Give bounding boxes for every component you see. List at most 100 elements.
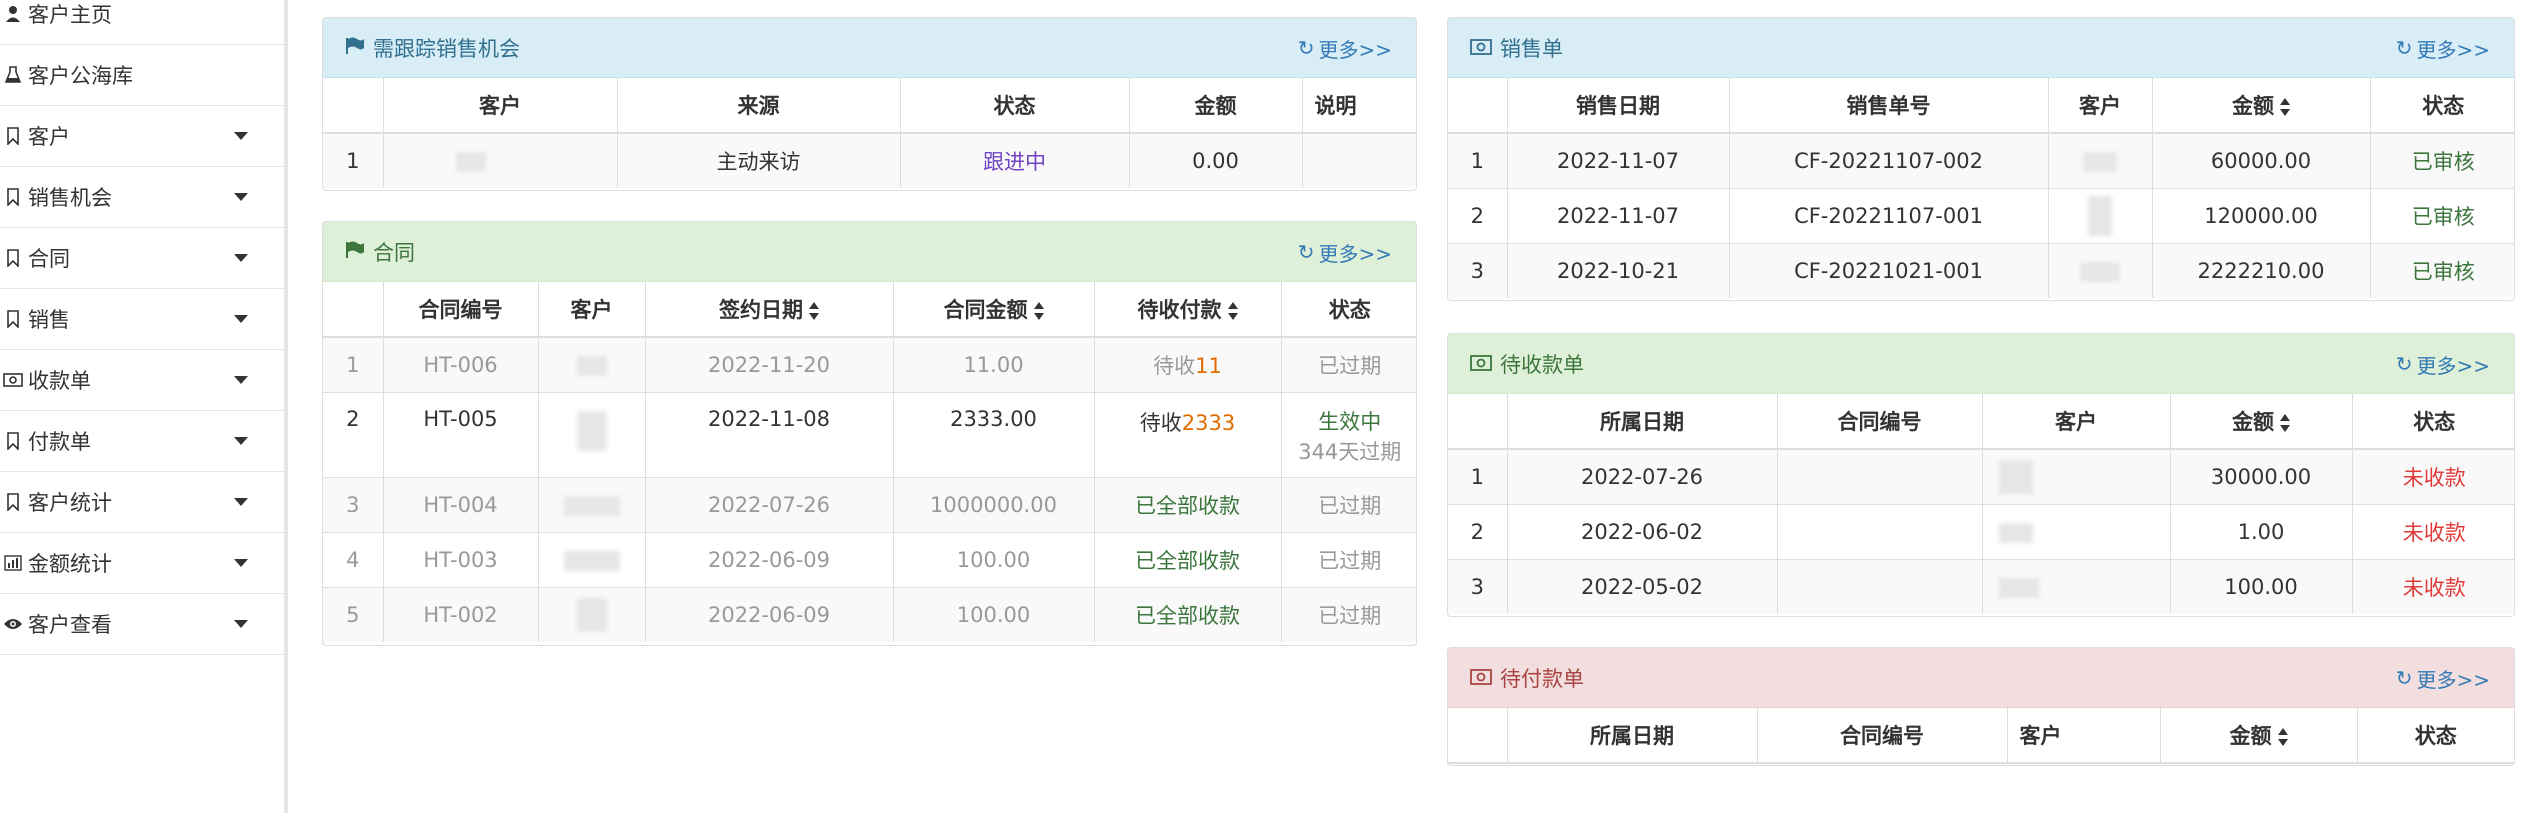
column-header-label: 金额 xyxy=(2232,94,2274,118)
receivables-table: 所属日期 合同编号 客户 金额 状态 1 2022-07-26 30000.00… xyxy=(1448,394,2514,614)
sidebar-item-label: 合同 xyxy=(28,247,70,271)
sidebar-item-customer-view[interactable]: 客户查看 xyxy=(0,594,284,655)
contract-code-cell xyxy=(1777,558,1983,614)
column-header: 客户 xyxy=(2048,78,2153,134)
date-cell: 2022-11-20 xyxy=(645,336,894,392)
row-number: 5 xyxy=(323,586,384,642)
row-number: 3 xyxy=(323,476,384,532)
redacted-customer xyxy=(576,597,607,632)
amount-cell: 100.00 xyxy=(893,531,1095,587)
contract-code-cell xyxy=(1777,503,1983,559)
more-link[interactable]: ↻ 更多>> xyxy=(2396,648,2490,708)
more-link[interactable]: ↻ 更多>> xyxy=(1298,18,1392,78)
table-header-row: 所属日期 合同编号 客户 金额 状态 xyxy=(1448,708,2514,764)
sidebar-item-amount-stats[interactable]: 金额统计 xyxy=(0,533,284,594)
sidebar-item-customer-home[interactable]: 客户主页 xyxy=(0,0,284,45)
money-icon xyxy=(1470,36,1492,60)
column-header: 合同编号 xyxy=(383,282,539,338)
money-icon xyxy=(1470,352,1492,376)
sidebar-item-sales-opportunity[interactable]: 销售机会 xyxy=(0,167,284,228)
amount-cell: 1.00 xyxy=(2170,503,2353,559)
amount-cell: 100.00 xyxy=(893,586,1095,642)
column-header-sortable[interactable]: 金额 xyxy=(2170,394,2353,450)
table-header-row: 合同编号 客户 签约日期 合同金额 待收付款 状态 xyxy=(323,282,1416,338)
refresh-icon: ↻ xyxy=(1297,36,1315,60)
sidebar-item-public-pool[interactable]: 客户公海库 xyxy=(0,45,284,106)
pending-value: 已全部收款 xyxy=(1135,603,1240,628)
column-header: 所属日期 xyxy=(1507,394,1778,450)
table-row[interactable]: 5 HT-002 2022-06-09 100.00 已全部收款 已过期 xyxy=(323,586,1416,642)
sidebar-item-sales[interactable]: 销售 xyxy=(0,289,284,350)
note-cell xyxy=(1302,132,1416,188)
row-number: 1 xyxy=(323,336,384,392)
sort-icon xyxy=(2277,728,2288,746)
redacted-customer xyxy=(1998,522,2033,543)
customer-cell xyxy=(538,586,646,642)
table-row[interactable]: 1 HT-006 2022-11-20 11.00 待收11 已过期 xyxy=(323,336,1416,392)
receivables-panel: 待收款单 ↻ 更多>> 所属日期 合同编号 客户 金额 状态 1 2022-07… xyxy=(1447,333,2515,617)
bookmark-icon xyxy=(2,430,24,452)
sidebar-item-receipt[interactable]: 收款单 xyxy=(0,350,284,411)
more-label: 更多>> xyxy=(2416,353,2490,378)
amount-cell: 30000.00 xyxy=(2170,448,2353,504)
amount-cell: 0.00 xyxy=(1129,132,1303,188)
more-link[interactable]: ↻ 更多>> xyxy=(2396,18,2490,78)
column-header-sortable[interactable]: 签约日期 xyxy=(645,282,894,338)
redacted-customer xyxy=(2088,195,2112,236)
contracts-panel: 合同 ↻ 更多>> 合同编号 客户 签约日期 合同金额 待收付款 状态 1 HT… xyxy=(322,221,1417,646)
table-row[interactable]: 3 2022-05-02 100.00 未收款 xyxy=(1448,558,2514,614)
caret-down-icon xyxy=(234,254,248,262)
caret-down-icon xyxy=(234,132,248,140)
pending-value: 11 xyxy=(1195,353,1222,378)
flask-icon xyxy=(2,64,24,86)
column-header-sortable[interactable]: 待收付款 xyxy=(1094,282,1282,338)
sidebar-item-label: 客户主页 xyxy=(28,3,112,27)
panel-title: 待收款单 xyxy=(1500,352,1584,377)
column-header-sortable[interactable]: 合同金额 xyxy=(893,282,1095,338)
status-cell: 已过期 xyxy=(1281,336,1416,392)
column-header: 金额 xyxy=(1129,78,1303,134)
sidebar-item-label: 销售机会 xyxy=(28,186,112,210)
column-header xyxy=(1448,394,1508,450)
row-number: 1 xyxy=(1448,132,1508,188)
date-cell: 2022-06-02 xyxy=(1507,503,1778,559)
column-header-label: 金额 xyxy=(2229,724,2272,748)
column-header: 销售日期 xyxy=(1507,78,1730,134)
column-header-sortable[interactable]: 金额 xyxy=(2152,78,2371,134)
more-link[interactable]: ↻ 更多>> xyxy=(1298,222,1392,282)
table-row[interactable]: 3 2022-10-21 CF-20221021-001 2222210.00 … xyxy=(1448,242,2514,298)
caret-down-icon xyxy=(234,559,248,567)
table-row[interactable]: 4 HT-003 2022-06-09 100.00 已全部收款 已过期 xyxy=(323,531,1416,587)
sidebar-item-customer[interactable]: 客户 xyxy=(0,106,284,167)
refresh-icon: ↻ xyxy=(2395,666,2413,690)
pending-cell: 已全部收款 xyxy=(1094,586,1282,642)
caret-down-icon xyxy=(234,376,248,384)
contract-code-cell: HT-004 xyxy=(383,476,539,532)
contract-code-cell: HT-003 xyxy=(383,531,539,587)
sidebar-item-payment[interactable]: 付款单 xyxy=(0,411,284,472)
sidebar-item-label: 客户 xyxy=(28,125,70,149)
table-row[interactable]: 2 2022-11-07 CF-20221107-001 120000.00 已… xyxy=(1448,187,2514,243)
column-header: 状态 xyxy=(2357,708,2514,764)
status-cell: 未收款 xyxy=(2352,503,2514,559)
sidebar-item-contract[interactable]: 合同 xyxy=(0,228,284,289)
column-header-label: 签约日期 xyxy=(719,298,803,322)
panel-title: 销售单 xyxy=(1500,36,1563,61)
order-code-cell: CF-20221021-001 xyxy=(1729,242,2049,298)
customer-cell xyxy=(2048,242,2153,298)
table-row[interactable]: 1 2022-07-26 30000.00 未收款 xyxy=(1448,448,2514,504)
table-row[interactable]: 1 主动来访 跟进中 0.00 xyxy=(323,132,1416,188)
customer-cell xyxy=(2048,132,2153,188)
more-link[interactable]: ↻ 更多>> xyxy=(2396,334,2490,394)
table-row[interactable]: 3 HT-004 2022-07-26 1000000.00 已全部收款 已过期 xyxy=(323,476,1416,532)
table-row[interactable]: 2 2022-06-02 1.00 未收款 xyxy=(1448,503,2514,559)
table-row[interactable]: 2 HT-005 2022-11-08 2333.00 待收2333 生效中 34… xyxy=(323,391,1416,477)
bookmark-icon xyxy=(2,491,24,513)
column-header-sortable[interactable]: 金额 xyxy=(2160,708,2358,764)
status-cell: 已审核 xyxy=(2370,132,2514,188)
sidebar-item-customer-stats[interactable]: 客户统计 xyxy=(0,472,284,533)
table-row[interactable]: 1 2022-11-07 CF-20221107-002 60000.00 已审… xyxy=(1448,132,2514,188)
panel-heading: 需跟踪销售机会 ↻ 更多>> xyxy=(323,18,1416,78)
row-number: 1 xyxy=(1448,448,1508,504)
panel-title: 待付款单 xyxy=(1500,666,1584,691)
